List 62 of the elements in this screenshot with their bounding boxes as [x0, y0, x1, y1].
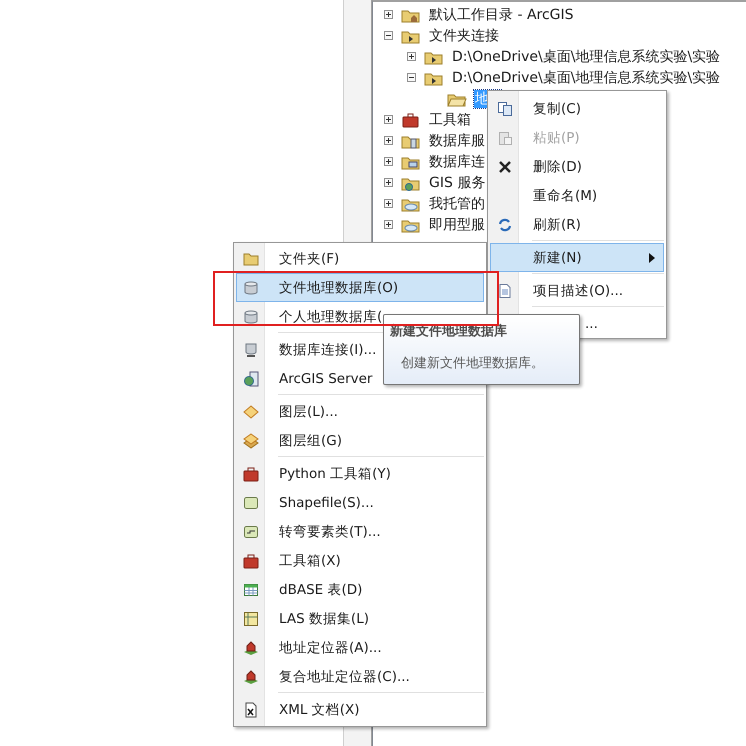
- toolbox-icon: [243, 552, 259, 568]
- stacked-diamond-icon: [243, 432, 259, 448]
- house-icon: [243, 640, 259, 656]
- tree-item-label[interactable]: GIS 服务: [428, 174, 486, 192]
- tree-item-label[interactable]: 数据库连: [428, 152, 486, 170]
- menu-item[interactable]: XML 文档(X): [236, 695, 484, 724]
- tree-item-label[interactable]: 工具箱: [428, 110, 472, 128]
- expand-toggle[interactable]: [384, 199, 393, 208]
- tree-item-label[interactable]: 默认工作目录 - ArcGIS: [428, 6, 575, 24]
- menu-item[interactable]: 图层组(G): [236, 426, 484, 455]
- expand-toggle[interactable]: [384, 10, 393, 19]
- menu-item[interactable]: 复合地址定位器(C)...: [236, 662, 484, 691]
- menu-item[interactable]: LAS 数据集(L): [236, 604, 484, 633]
- toolbox-icon: [243, 466, 259, 482]
- expand-toggle[interactable]: [407, 73, 416, 82]
- menu-item[interactable]: 转弯要素类(T)...: [236, 517, 484, 546]
- menu-item[interactable]: 工具箱(X): [236, 546, 484, 575]
- map-grid-icon: [243, 610, 259, 626]
- tree-item-label[interactable]: 文件夹连接: [428, 26, 500, 44]
- menu-item[interactable]: 文件夹(F): [236, 244, 484, 273]
- diamond-icon: [243, 404, 259, 420]
- toolbox-icon: [401, 112, 421, 128]
- tree-item-label[interactable]: D:\OneDrive\桌面\地理信息系统实验\实验: [451, 48, 722, 66]
- tree-item-label[interactable]: D:\OneDrive\桌面\地理信息系统实验\实验: [451, 68, 722, 86]
- paste-icon: [497, 130, 513, 146]
- folder-icon: [243, 250, 259, 266]
- expand-toggle[interactable]: [384, 115, 393, 124]
- menu-item[interactable]: Python 工具箱(Y): [236, 459, 484, 488]
- expand-toggle[interactable]: [407, 52, 416, 61]
- menu-item[interactable]: 地址定位器(A)...: [236, 633, 484, 662]
- database-icon: [243, 280, 259, 296]
- menu-item[interactable]: 重命名(M): [490, 181, 664, 210]
- tree-item-label[interactable]: 数据库服: [428, 132, 486, 150]
- tooltip-text: 创建新文件地理数据库。: [401, 355, 544, 372]
- document-icon: [497, 282, 513, 298]
- copy-icon: [497, 100, 513, 116]
- expand-toggle[interactable]: [384, 157, 393, 166]
- menu-item[interactable]: 刷新(R): [490, 210, 664, 239]
- menu-item[interactable]: dBASE 表(D): [236, 575, 484, 604]
- menu-item[interactable]: 复制(C): [490, 94, 664, 123]
- menu-item[interactable]: 删除(D): [490, 152, 664, 181]
- expand-toggle[interactable]: [384, 136, 393, 145]
- menu-item[interactable]: 新建(N): [490, 243, 664, 272]
- database-monitor-icon: [243, 342, 259, 358]
- expand-toggle[interactable]: [384, 31, 393, 40]
- menu-item[interactable]: Shapefile(S)...: [236, 488, 484, 517]
- expand-toggle[interactable]: [384, 220, 393, 229]
- delete-icon: [497, 158, 513, 174]
- expand-toggle[interactable]: [384, 178, 393, 187]
- tree-item-label[interactable]: 即用型服: [428, 216, 486, 234]
- menu-item[interactable]: 图层(L)...: [236, 397, 484, 426]
- refresh-icon: [497, 216, 513, 232]
- menu-item[interactable]: 项目描述(O)...: [490, 276, 664, 305]
- line-square-icon: [243, 524, 259, 540]
- table-icon: [243, 582, 259, 598]
- house-icon: [243, 668, 259, 684]
- menu-item[interactable]: 文件地理数据库(O): [236, 273, 484, 302]
- globe-document-icon: [243, 370, 259, 386]
- tree-item-label[interactable]: 我托管的: [428, 194, 486, 212]
- square-icon: [243, 494, 259, 510]
- x-document-icon: [243, 702, 259, 718]
- database-icon: [243, 308, 259, 324]
